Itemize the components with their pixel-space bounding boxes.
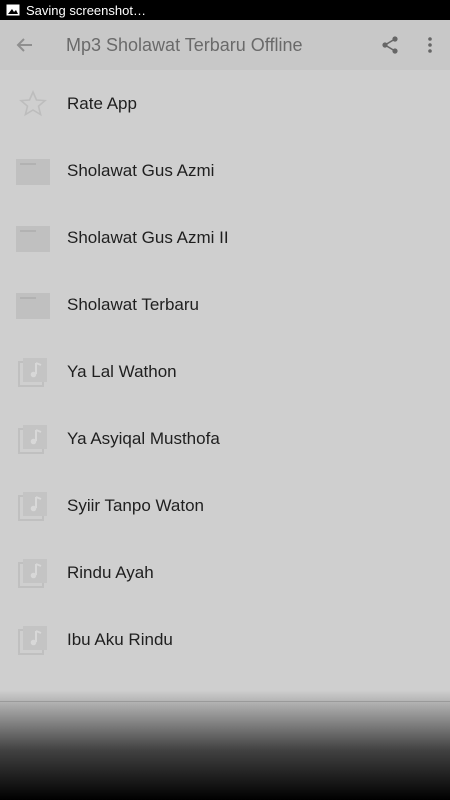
list-item[interactable]: Rindu Ayah <box>0 539 450 606</box>
more-options-button[interactable] <box>410 20 450 70</box>
list-item[interactable]: Rate App <box>0 70 450 137</box>
page-title: Mp3 Sholawat Terbaru Offline <box>66 34 303 55</box>
share-button[interactable] <box>370 20 410 70</box>
star-icon <box>16 87 50 121</box>
divider <box>0 701 450 702</box>
list-item-label: Rindu Ayah <box>67 562 154 582</box>
folder-icon <box>16 154 50 188</box>
back-button[interactable] <box>0 20 50 70</box>
music-library-icon <box>16 623 50 657</box>
folder-icon <box>16 288 50 322</box>
list-item-label: Ya Asyiqal Musthofa <box>67 428 220 448</box>
status-bar: Saving screenshot… <box>0 0 450 20</box>
list-item-label: Rate App <box>67 93 137 113</box>
list-item[interactable]: Sholawat Gus Azmi II <box>0 204 450 271</box>
list-item[interactable]: Ibu Aku Rindu <box>0 606 450 673</box>
list-item-label: Sholawat Gus Azmi II <box>67 227 229 247</box>
back-arrow-icon <box>16 38 32 52</box>
list-item-label: Ya Lal Wathon <box>67 361 177 381</box>
menu-list: Rate App Sholawat Gus Azmi Sholawat Gus … <box>0 70 450 673</box>
list-item-label: Ibu Aku Rindu <box>67 629 173 649</box>
more-vert-icon <box>428 37 432 53</box>
list-item[interactable]: Ya Asyiqal Musthofa <box>0 405 450 472</box>
share-icon <box>382 36 398 54</box>
list-item[interactable]: Sholawat Terbaru <box>0 271 450 338</box>
list-item-label: Syiir Tanpo Waton <box>67 495 205 515</box>
list-item-label: Sholawat Gus Azmi <box>67 160 215 180</box>
status-text: Saving screenshot… <box>26 2 146 18</box>
list-item-label: Sholawat Terbaru <box>67 294 199 314</box>
bottom-shade-overlay <box>0 690 450 800</box>
music-library-icon <box>16 489 50 523</box>
folder-icon <box>16 221 50 255</box>
music-library-icon <box>16 556 50 590</box>
list-item[interactable]: Syiir Tanpo Waton <box>0 472 450 539</box>
music-library-icon <box>16 355 50 389</box>
list-item[interactable]: Ya Lal Wathon <box>0 338 450 405</box>
list-item[interactable]: Sholawat Gus Azmi <box>0 137 450 204</box>
music-library-icon <box>16 422 50 456</box>
app-bar: Mp3 Sholawat Terbaru Offline <box>0 20 450 70</box>
screenshot-icon <box>6 4 20 16</box>
